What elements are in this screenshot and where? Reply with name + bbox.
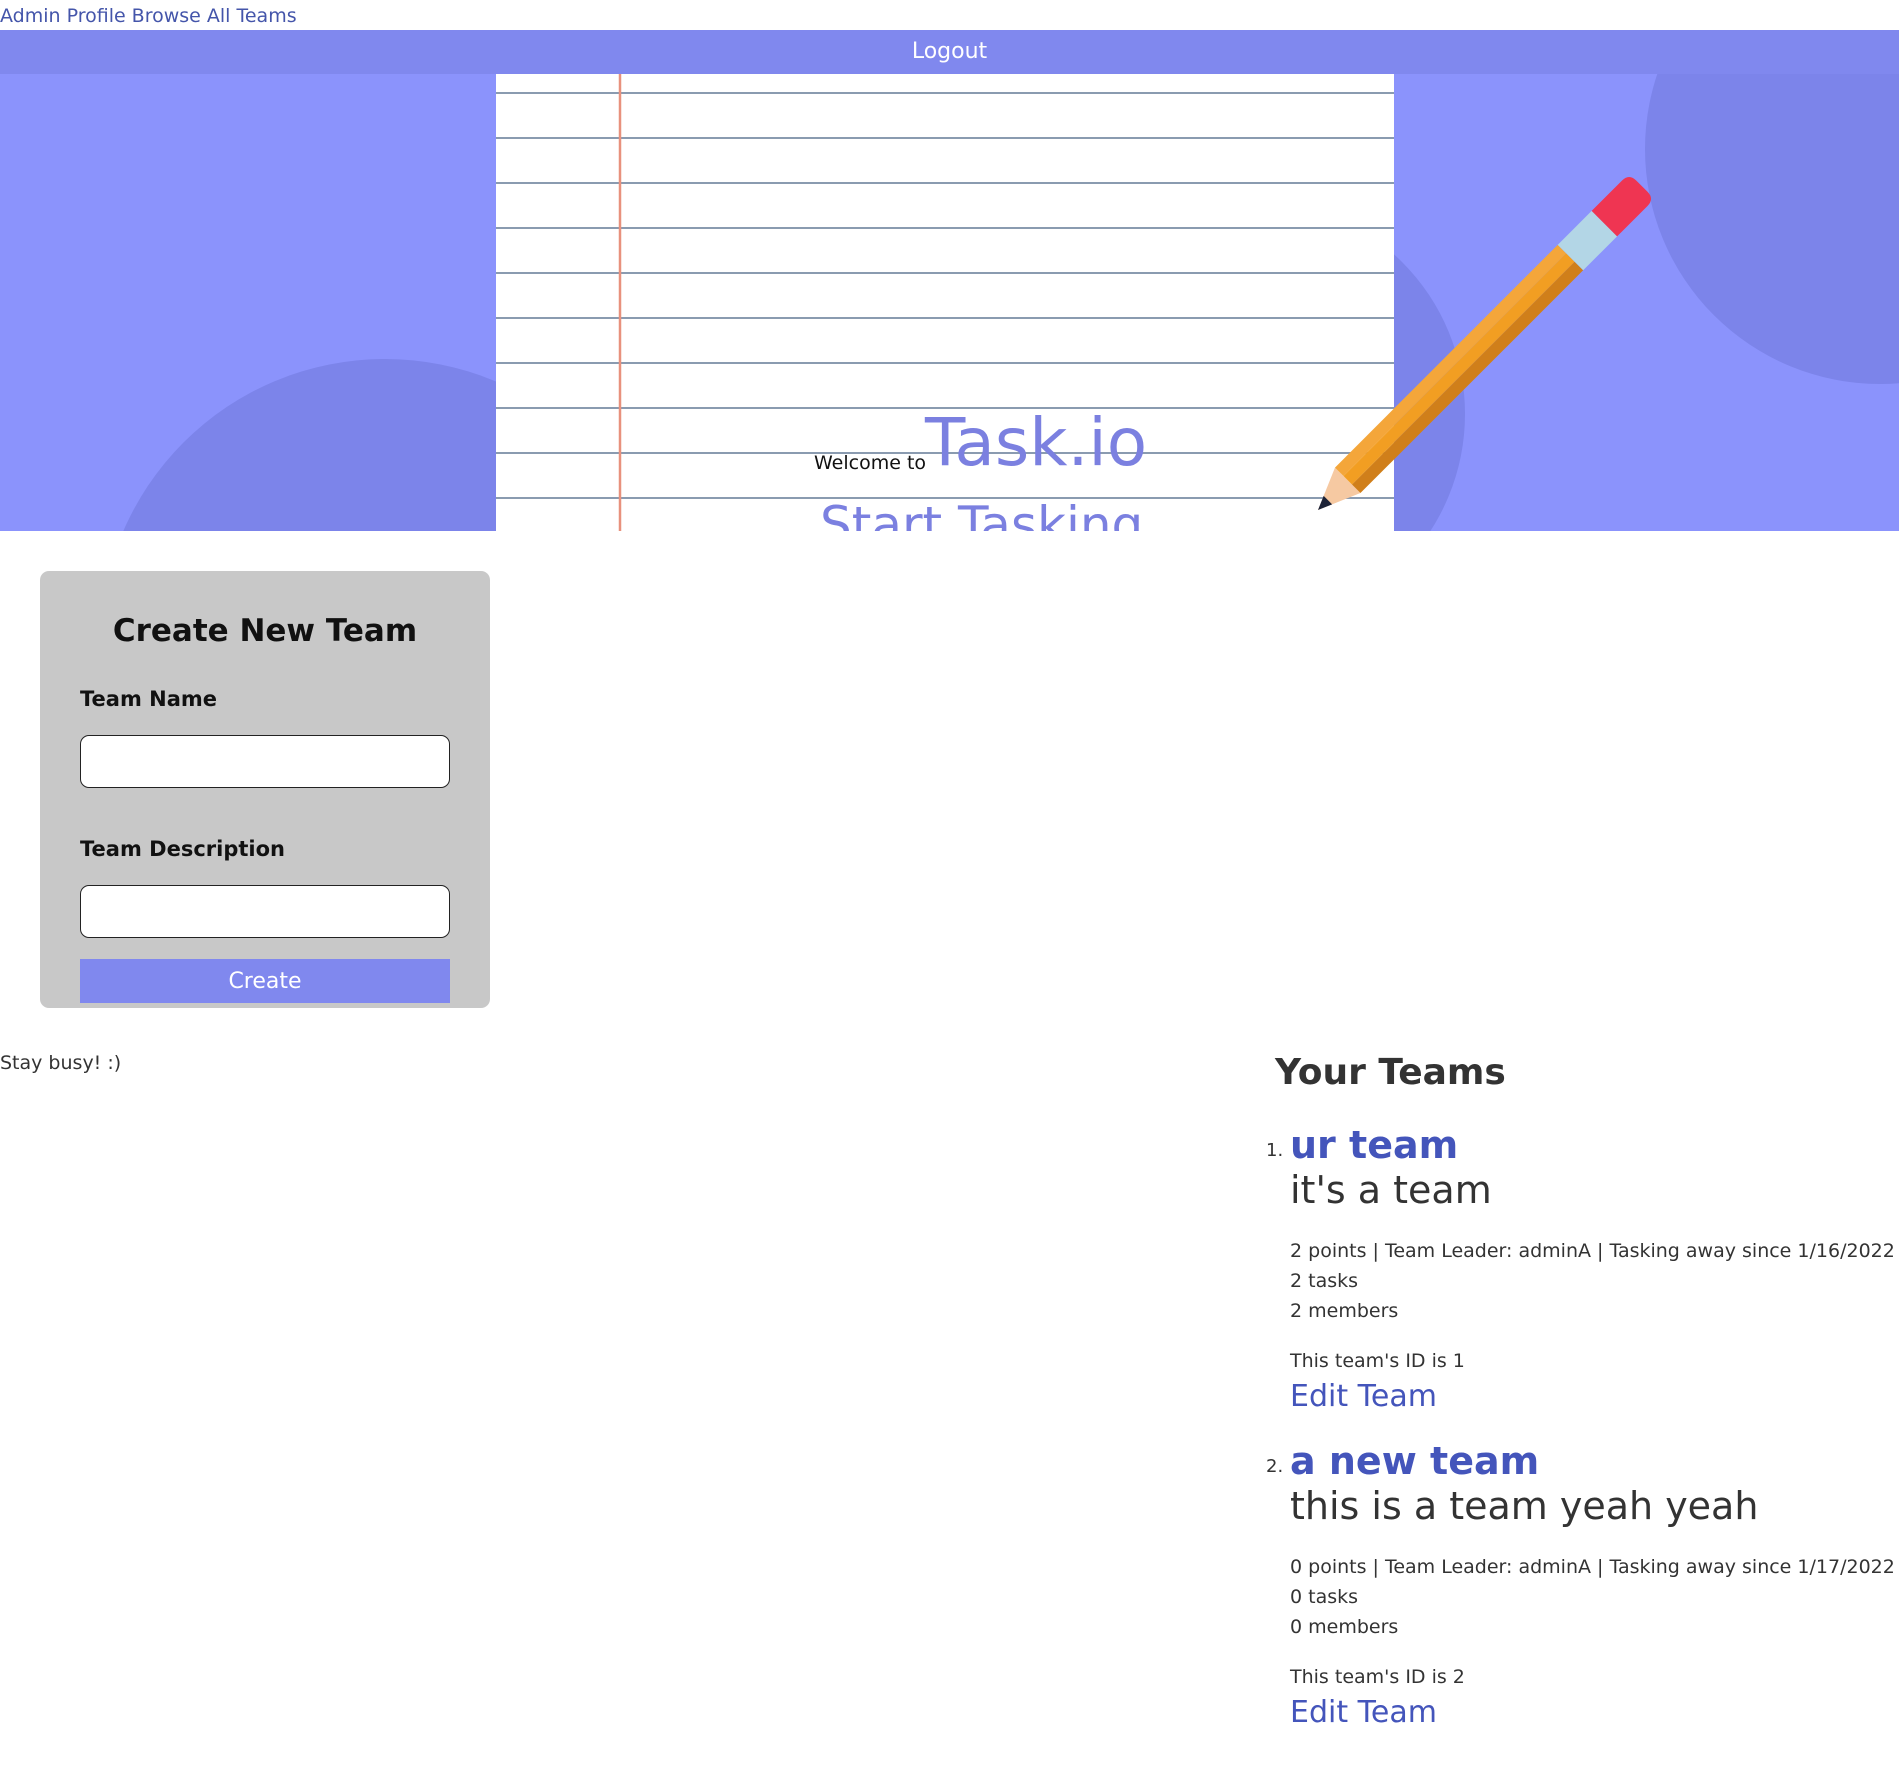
team-tasks: 2 tasks bbox=[1290, 1270, 1359, 1292]
teams-heading: Your Teams bbox=[1275, 1052, 1506, 1093]
team-name-input[interactable] bbox=[80, 735, 450, 788]
logout-bar: Logout bbox=[0, 30, 1899, 74]
edit-team-link[interactable]: Edit Team bbox=[1290, 1692, 1890, 1734]
team-tasks: 0 tasks bbox=[1290, 1586, 1359, 1608]
team-name-label: Team Name bbox=[80, 687, 218, 711]
team-members: 2 members bbox=[1290, 1300, 1399, 1322]
logout-button[interactable]: Logout bbox=[0, 30, 1899, 74]
team-list-item: 2. a new team this is a team yeah yeah 0… bbox=[1266, 1438, 1895, 1734]
browse-teams-link[interactable]: Browse All Teams bbox=[132, 5, 297, 27]
brand-title: Task.io bbox=[925, 404, 1148, 481]
list-number: 2. bbox=[1266, 1456, 1284, 1477]
welcome-text: Welcome to bbox=[814, 452, 927, 474]
team-description: it's a team bbox=[1290, 1168, 1492, 1212]
list-number: 1. bbox=[1266, 1140, 1284, 1161]
team-meta: 2 points | Team Leader: adminA | Tasking… bbox=[1290, 1236, 1895, 1326]
create-team-card: Create New Team Team Name Team Descripti… bbox=[40, 571, 490, 1008]
team-description: this is a team yeah yeah bbox=[1290, 1484, 1759, 1528]
hero-banner: Welcome to Task.io Start Tasking bbox=[0, 74, 1899, 531]
team-id-text: This team's ID is 2 bbox=[1290, 1666, 1465, 1688]
admin-profile-link[interactable]: Admin Profile bbox=[0, 5, 126, 27]
team-members: 0 members bbox=[1290, 1616, 1399, 1638]
team-summary: 0 points | Team Leader: adminA | Tasking… bbox=[1290, 1556, 1895, 1578]
team-name-link[interactable]: ur team bbox=[1290, 1122, 1890, 1168]
create-button[interactable]: Create bbox=[80, 959, 450, 1003]
team-summary: 2 points | Team Leader: adminA | Tasking… bbox=[1290, 1240, 1895, 1262]
team-meta: 0 points | Team Leader: adminA | Tasking… bbox=[1290, 1552, 1895, 1642]
team-list-item: 1. ur team it's a team 2 points | Team L… bbox=[1266, 1122, 1895, 1418]
team-description-input[interactable] bbox=[80, 885, 450, 938]
your-teams-section: Your Teams 1. ur team it's a team 2 poin… bbox=[1266, 1052, 1895, 1730]
team-description-label: Team Description bbox=[80, 837, 285, 861]
team-name-link[interactable]: a new team bbox=[1290, 1438, 1890, 1484]
top-nav: Admin Profile Browse All Teams bbox=[0, 2, 303, 30]
edit-team-link[interactable]: Edit Team bbox=[1290, 1376, 1890, 1418]
team-id-text: This team's ID is 1 bbox=[1290, 1350, 1465, 1372]
hero-tagline: Start Tasking bbox=[820, 496, 1144, 531]
form-title: Create New Team bbox=[112, 613, 418, 649]
footer-text: Stay busy! :) bbox=[0, 1052, 122, 1074]
